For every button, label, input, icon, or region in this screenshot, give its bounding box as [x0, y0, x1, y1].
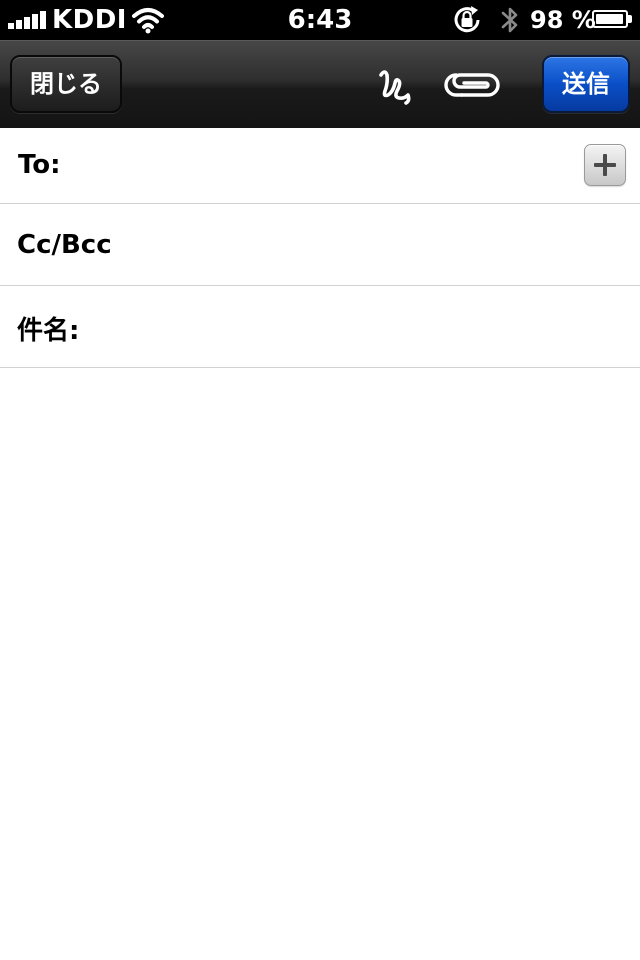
cc-bcc-label: Cc/Bcc [17, 230, 112, 260]
battery-nub [628, 15, 632, 23]
message-body-field[interactable] [0, 368, 640, 960]
battery-percentage: 98 % [530, 6, 596, 34]
status-bar: KDDI 6:43 98 % [0, 0, 640, 40]
add-contact-button[interactable] [584, 144, 626, 186]
battery-icon [592, 10, 632, 28]
to-field[interactable] [80, 138, 580, 196]
bluetooth-icon [501, 7, 518, 33]
plus-icon-vertical [603, 154, 607, 176]
subject-row: 件名: [0, 286, 640, 368]
to-row: To: [0, 128, 640, 204]
close-button[interactable]: 閉じる [10, 55, 122, 113]
compose-toolbar: 閉じる 送信 [0, 40, 640, 128]
subject-label: 件名: [17, 316, 80, 346]
battery-level [596, 14, 623, 24]
paperclip-icon[interactable] [444, 65, 504, 105]
subject-field[interactable] [90, 300, 624, 358]
mail-compose-screen: KDDI 6:43 98 % 閉じる 送信 To: Cc/Bcc 件名: [0, 0, 640, 960]
send-button[interactable]: 送信 [542, 55, 630, 113]
cc-bcc-field[interactable] [130, 218, 624, 276]
cc-bcc-row[interactable]: Cc/Bcc [0, 204, 640, 286]
orientation-lock-icon [454, 6, 480, 33]
signature-icon[interactable] [372, 61, 420, 109]
to-label: To: [18, 150, 61, 180]
